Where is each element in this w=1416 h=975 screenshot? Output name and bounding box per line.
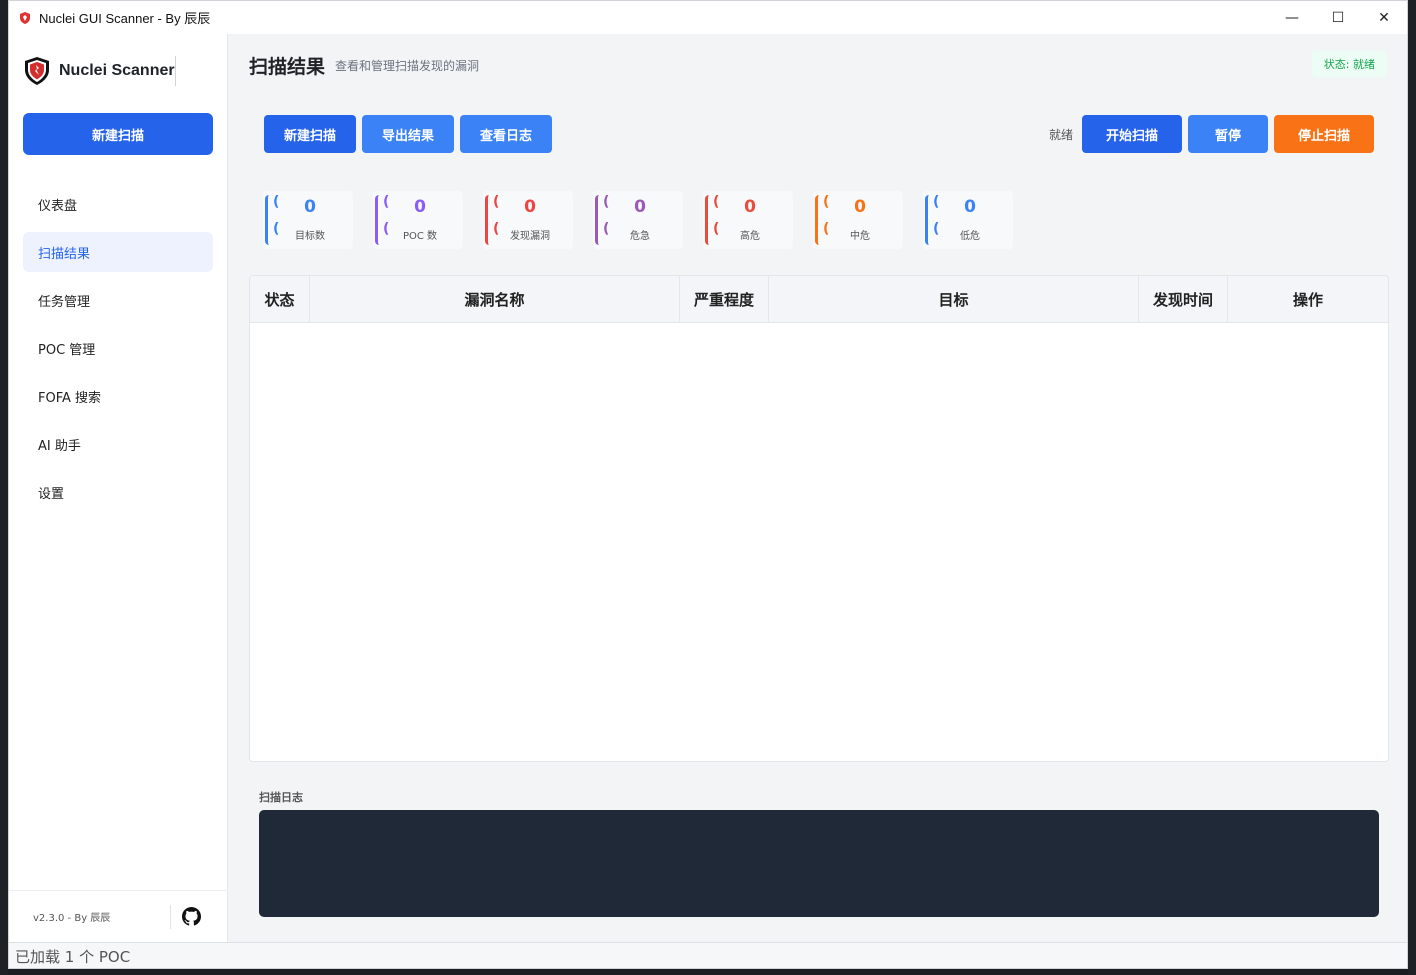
stat-label: 中危	[850, 231, 870, 242]
stat-value: 0	[854, 197, 866, 217]
pause-button[interactable]: 暂停	[1188, 115, 1268, 153]
stat-value: 0	[524, 197, 536, 217]
version-label: v2.3.0 - By 辰辰	[33, 913, 111, 924]
status-badge: 状态: 就绪	[1311, 51, 1387, 77]
maximize-button[interactable]: ☐	[1315, 1, 1361, 34]
new-scan-button[interactable]: 新建扫描	[264, 115, 356, 153]
stat-card: ((0 POC 数	[373, 191, 463, 249]
log-label: 扫描日志	[259, 791, 303, 804]
sidebar-item-task-management[interactable]: 任务管理	[23, 280, 213, 320]
col-vuln-name[interactable]: 漏洞名称	[310, 276, 680, 323]
stat-label: 低危	[960, 231, 980, 242]
stat-label: POC 数	[402, 231, 438, 242]
stat-card: ((0 目标数	[263, 191, 353, 249]
stat-value: 0	[964, 197, 976, 217]
export-results-button[interactable]: 导出结果	[362, 115, 454, 153]
page-title: 扫描结果	[249, 56, 326, 78]
sidebar-nav: 仪表盘 扫描结果 任务管理 POC 管理 FOFA 搜索 AI 助手 设置	[23, 184, 213, 520]
view-log-button[interactable]: 查看日志	[460, 115, 552, 153]
stat-card: ((0 发现漏洞	[483, 191, 573, 249]
col-status[interactable]: 状态	[250, 276, 310, 323]
stat-value: 0	[414, 197, 426, 217]
scan-state-label: 就绪	[1049, 128, 1074, 142]
minimize-button[interactable]: —	[1269, 1, 1315, 34]
stat-card: ((0 中危	[813, 191, 903, 249]
stat-value: 0	[744, 197, 756, 217]
sidebar-footer: v2.3.0 - By 辰辰	[9, 890, 228, 942]
sidebar-new-scan-button[interactable]: 新建扫描	[23, 113, 213, 155]
status-bar-text: 已加载 1 个 POC	[15, 947, 131, 966]
stat-card: ((0 高危	[703, 191, 793, 249]
desktop-backdrop-right	[1408, 0, 1416, 975]
stat-label: 发现漏洞	[510, 231, 550, 242]
results-table: 状态 漏洞名称 严重程度 目标 发现时间 操作	[249, 275, 1389, 762]
app-window: Nuclei GUI Scanner - By 辰辰 — ☐ ✕ Nuclei …	[8, 0, 1408, 969]
window-title: Nuclei GUI Scanner - By 辰辰	[39, 11, 211, 26]
title-bar[interactable]: Nuclei GUI Scanner - By 辰辰 — ☐ ✕	[9, 1, 1407, 34]
sidebar-item-ai-assistant[interactable]: AI 助手	[23, 424, 213, 464]
col-actions[interactable]: 操作	[1228, 276, 1388, 323]
sidebar-item-dashboard[interactable]: 仪表盘	[23, 184, 213, 224]
footer-divider	[170, 904, 171, 929]
sidebar-item-settings[interactable]: 设置	[23, 472, 213, 512]
github-icon[interactable]	[182, 907, 201, 926]
stat-label: 目标数	[295, 231, 325, 242]
stat-label: 危急	[630, 231, 650, 242]
table-header: 状态 漏洞名称 严重程度 目标 发现时间 操作	[250, 276, 1388, 323]
close-button[interactable]: ✕	[1361, 1, 1407, 34]
shield-logo-icon	[25, 57, 49, 85]
stats-row: ((0 目标数((0 POC 数((0 发现漏洞((0 危急((0 高危((0 中危((0 低…	[263, 191, 1033, 249]
desktop-backdrop-left	[0, 0, 8, 975]
sidebar-item-scan-results[interactable]: 扫描结果	[23, 232, 213, 272]
col-found-time[interactable]: 发现时间	[1139, 276, 1228, 323]
status-bar: 已加载 1 个 POC	[9, 942, 1407, 968]
stop-scan-button[interactable]: 停止扫描	[1274, 115, 1374, 153]
brand: Nuclei Scanner	[23, 56, 176, 86]
stat-card: ((0 低危	[923, 191, 1013, 249]
log-output[interactable]	[259, 810, 1379, 917]
stat-card: ((0 危急	[593, 191, 683, 249]
stat-value: 0	[304, 197, 316, 217]
sidebar-item-fofa-search[interactable]: FOFA 搜索	[23, 376, 213, 416]
col-severity[interactable]: 严重程度	[680, 276, 769, 323]
start-scan-button[interactable]: 开始扫描	[1082, 115, 1182, 153]
page-subtitle: 查看和管理扫描发现的漏洞	[335, 59, 480, 73]
sidebar: Nuclei Scanner 新建扫描 仪表盘 扫描结果 任务管理 POC 管理…	[9, 34, 228, 942]
main-content: 扫描结果 查看和管理扫描发现的漏洞 状态: 就绪 新建扫描 导出结果 查看日志 …	[229, 34, 1407, 942]
stat-label: 高危	[740, 231, 760, 242]
brand-name: Nuclei Scanner	[59, 56, 176, 86]
shield-app-icon	[20, 11, 30, 24]
stat-value: 0	[634, 197, 646, 217]
sidebar-item-poc-management[interactable]: POC 管理	[23, 328, 213, 368]
col-target[interactable]: 目标	[769, 276, 1139, 323]
